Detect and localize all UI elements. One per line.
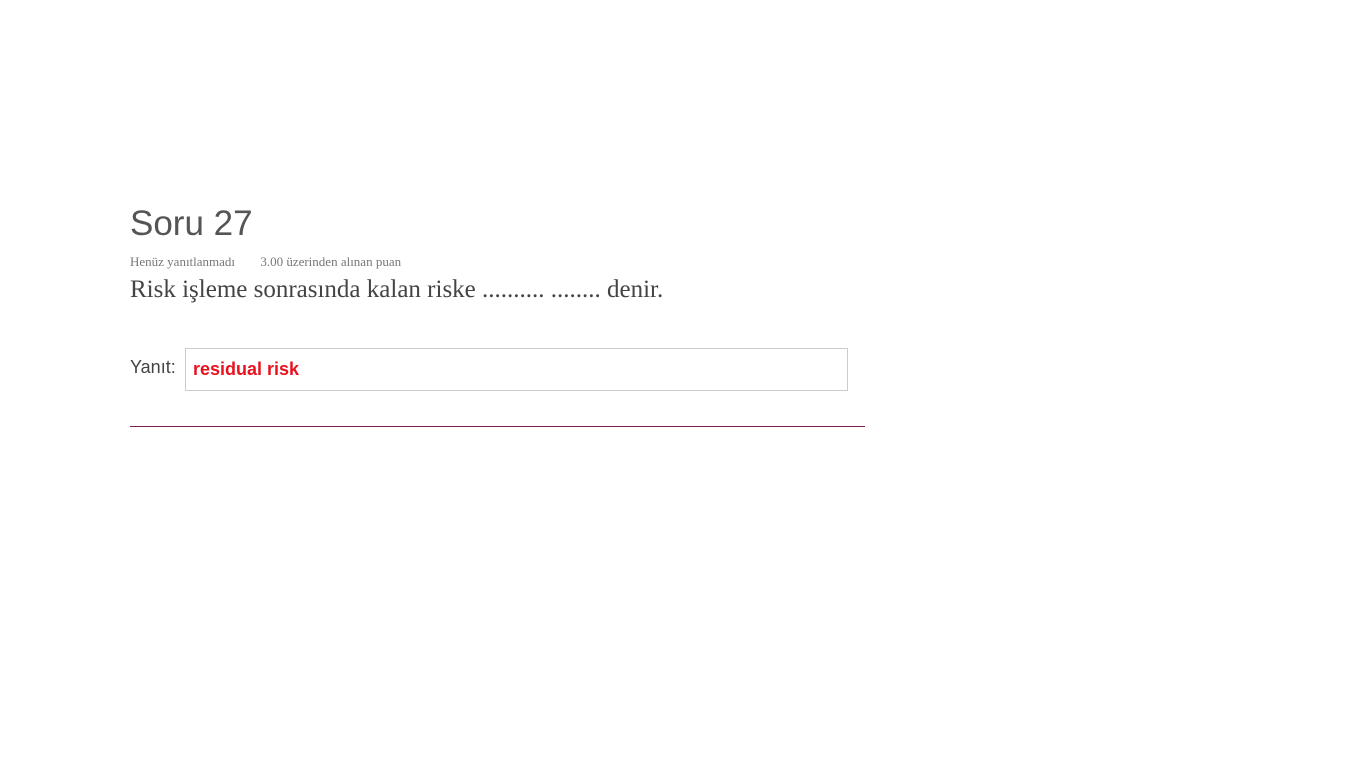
question-status: Henüz yanıtlanmadı (130, 254, 236, 269)
question-divider (130, 426, 865, 427)
question-meta: Henüz yanıtlanmadı 3.00 üzerinden alınan… (130, 254, 865, 270)
question-title: Soru 27 (130, 204, 253, 243)
question-text: Risk işleme sonrasında kalan riske .....… (130, 276, 664, 303)
answer-label: Yanıt: (130, 357, 176, 377)
question-block: Soru 27 Henüz yanıtlanmadı 3.00 üzerinde… (130, 200, 865, 427)
answer-row: Yanıt: (130, 348, 865, 391)
question-grade: 3.00 üzerinden alınan puan (260, 254, 402, 269)
answer-input[interactable] (185, 348, 848, 391)
